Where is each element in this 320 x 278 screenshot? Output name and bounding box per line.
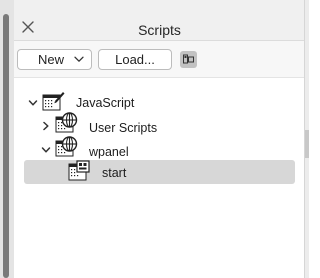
tree-item-label: start xyxy=(102,166,127,180)
chevron-down-icon xyxy=(74,56,84,62)
globe-folder-icon xyxy=(55,136,78,157)
tree-item-label: User Scripts xyxy=(89,121,158,135)
chevron-down-icon[interactable] xyxy=(41,145,51,155)
panel-title: Scripts xyxy=(138,22,181,38)
left-window-edge xyxy=(0,0,15,278)
chevron-down-icon[interactable] xyxy=(28,98,38,108)
selection-highlight xyxy=(24,160,295,184)
script-folder-icon xyxy=(42,92,65,111)
globe-folder-icon xyxy=(55,112,78,133)
tree-row-javascript[interactable]: JavaScript xyxy=(14,90,305,114)
tree-item-label: JavaScript xyxy=(76,96,135,110)
load-button[interactable]: Load... xyxy=(98,49,172,70)
new-button-label: New xyxy=(38,52,65,67)
link-toggle-button[interactable] xyxy=(180,51,197,68)
scripts-tree: JavaScript User Scripts wpanel start xyxy=(14,78,305,278)
chevron-right-icon[interactable] xyxy=(41,121,51,131)
tree-item-label: wpanel xyxy=(89,145,129,159)
script-document-icon xyxy=(68,160,90,181)
scripts-toolbar: New Load... xyxy=(14,41,305,78)
new-button[interactable]: New xyxy=(17,49,92,70)
panel-titlebar: Scripts xyxy=(14,0,305,41)
left-scrollbar-thumb[interactable] xyxy=(3,14,9,278)
load-button-label: Load... xyxy=(115,52,155,67)
right-scrollbar-thumb[interactable] xyxy=(305,130,309,158)
tree-row-start[interactable]: start xyxy=(14,160,305,184)
scripts-panel: Scripts New Load... JavaScript User Scri… xyxy=(14,0,305,278)
link-windows-icon xyxy=(183,54,194,64)
